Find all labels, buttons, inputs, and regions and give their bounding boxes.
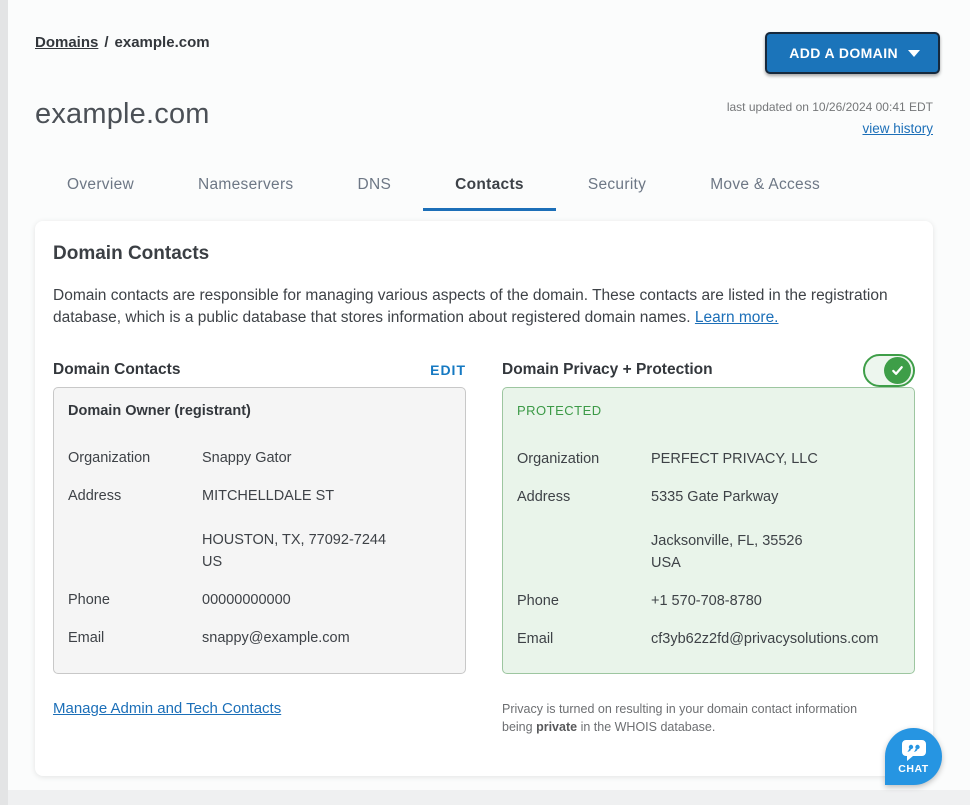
domain-contacts-title: Domain Contacts (53, 361, 180, 379)
tab-contacts[interactable]: Contacts (423, 176, 556, 211)
phone-value: +1 570-708-8780 (651, 590, 900, 612)
phone-value: 00000000000 (202, 589, 451, 611)
privacy-note-cell: Privacy is turned on resulting in your d… (502, 700, 915, 736)
breadcrumb-separator: / (104, 34, 108, 51)
registrant-address-row: Address MITCHELLDALE ST HOUSTON, TX, 770… (68, 485, 451, 573)
top-bar: Domains / example.com ADD A DOMAIN (8, 0, 970, 74)
manage-admin-tech-contacts-link[interactable]: Manage Admin and Tech Contacts (53, 700, 281, 717)
email-value: snappy@example.com (202, 627, 451, 649)
address-value: MITCHELLDALE ST HOUSTON, TX, 77092-7244 … (202, 485, 451, 573)
contacts-columns: Domain Contacts EDIT Domain Owner (regis… (53, 353, 915, 674)
view-history-link[interactable]: view history (862, 121, 933, 136)
privacy-note-bold: private (536, 720, 577, 734)
learn-more-link[interactable]: Learn more. (695, 309, 779, 326)
last-updated-text: last updated on 10/26/2024 00:41 EDT (727, 100, 933, 114)
registrant-panel-title: Domain Owner (registrant) (68, 401, 451, 419)
email-label: Email (68, 627, 202, 649)
page-title: example.com (35, 98, 210, 131)
address-line2: HOUSTON, TX, 77092-7244 (202, 529, 451, 551)
chat-button[interactable]: CHAT (885, 728, 942, 785)
add-a-domain-button[interactable]: ADD A DOMAIN (765, 32, 940, 74)
add-a-domain-label: ADD A DOMAIN (789, 45, 898, 61)
privacy-panel: PROTECTED Organization PERFECT PRIVACY, … (502, 387, 915, 674)
organization-label: Organization (517, 448, 651, 470)
address-line3: US (202, 551, 451, 573)
address-value: 5335 Gate Parkway Jacksonville, FL, 3552… (651, 486, 900, 574)
tab-nameservers[interactable]: Nameservers (166, 176, 325, 211)
privacy-title: Domain Privacy + Protection (502, 361, 713, 379)
domain-contacts-column: Domain Contacts EDIT Domain Owner (regis… (53, 353, 466, 674)
registrant-panel: Domain Owner (registrant) Organization S… (53, 387, 466, 674)
page-bottom-edge (8, 790, 970, 805)
tab-dns[interactable]: DNS (325, 176, 423, 211)
breadcrumb: Domains / example.com (35, 32, 210, 51)
registrant-email-row: Email snappy@example.com (68, 627, 451, 649)
privacy-column: Domain Privacy + Protection PROTECTED Or… (502, 353, 915, 674)
domain-tabs: Overview Nameservers DNS Contacts Securi… (35, 176, 970, 211)
privacy-email-row: Email cf3yb62z2fd@privacysolutions.com (517, 628, 900, 650)
breadcrumb-current: example.com (115, 34, 210, 51)
title-meta: last updated on 10/26/2024 00:41 EDT vie… (727, 98, 933, 138)
privacy-address-row: Address 5335 Gate Parkway Jacksonville, … (517, 486, 900, 574)
address-label: Address (517, 486, 651, 574)
page-left-edge (0, 0, 8, 805)
protected-status-badge: PROTECTED (517, 401, 900, 418)
chat-bubble-icon (901, 738, 927, 762)
domain-contacts-header: Domain Contacts EDIT (53, 353, 466, 387)
domain-detail-page: Domains / example.com ADD A DOMAIN example… (8, 0, 970, 776)
privacy-note-suffix: in the WHOIS database. (581, 720, 716, 734)
tab-move-access[interactable]: Move & Access (678, 176, 852, 211)
domain-contacts-card: Domain Contacts Domain contacts are resp… (35, 221, 933, 776)
organization-value: Snappy Gator (202, 447, 451, 469)
card-bottom-row: Manage Admin and Tech Contacts Privacy i… (53, 700, 915, 736)
address-line1: 5335 Gate Parkway (651, 486, 900, 508)
email-value: cf3yb62z2fd@privacysolutions.com (651, 628, 900, 650)
privacy-organization-row: Organization PERFECT PRIVACY, LLC (517, 448, 900, 470)
chat-label: CHAT (898, 763, 928, 775)
toggle-check-icon (884, 357, 911, 384)
phone-label: Phone (517, 590, 651, 612)
address-line2: Jacksonville, FL, 35526 (651, 530, 900, 552)
email-label: Email (517, 628, 651, 650)
address-line3: USA (651, 552, 900, 574)
registrant-phone-row: Phone 00000000000 (68, 589, 451, 611)
title-row: example.com last updated on 10/26/2024 0… (8, 74, 970, 138)
edit-contacts-link[interactable]: EDIT (430, 362, 466, 378)
address-label: Address (68, 485, 202, 573)
privacy-note: Privacy is turned on resulting in your d… (502, 700, 915, 736)
card-description: Domain contacts are responsible for mana… (53, 285, 915, 329)
address-line1: MITCHELLDALE ST (202, 485, 451, 507)
card-heading: Domain Contacts (53, 243, 915, 265)
registrant-organization-row: Organization Snappy Gator (68, 447, 451, 469)
privacy-toggle[interactable] (863, 354, 915, 387)
privacy-phone-row: Phone +1 570-708-8780 (517, 590, 900, 612)
tab-security[interactable]: Security (556, 176, 678, 211)
phone-label: Phone (68, 589, 202, 611)
privacy-header: Domain Privacy + Protection (502, 353, 915, 387)
tab-overview[interactable]: Overview (35, 176, 166, 211)
breadcrumb-domains-link[interactable]: Domains (35, 34, 98, 51)
caret-down-icon (908, 50, 920, 57)
organization-value: PERFECT PRIVACY, LLC (651, 448, 900, 470)
manage-contacts-cell: Manage Admin and Tech Contacts (53, 700, 466, 718)
organization-label: Organization (68, 447, 202, 469)
